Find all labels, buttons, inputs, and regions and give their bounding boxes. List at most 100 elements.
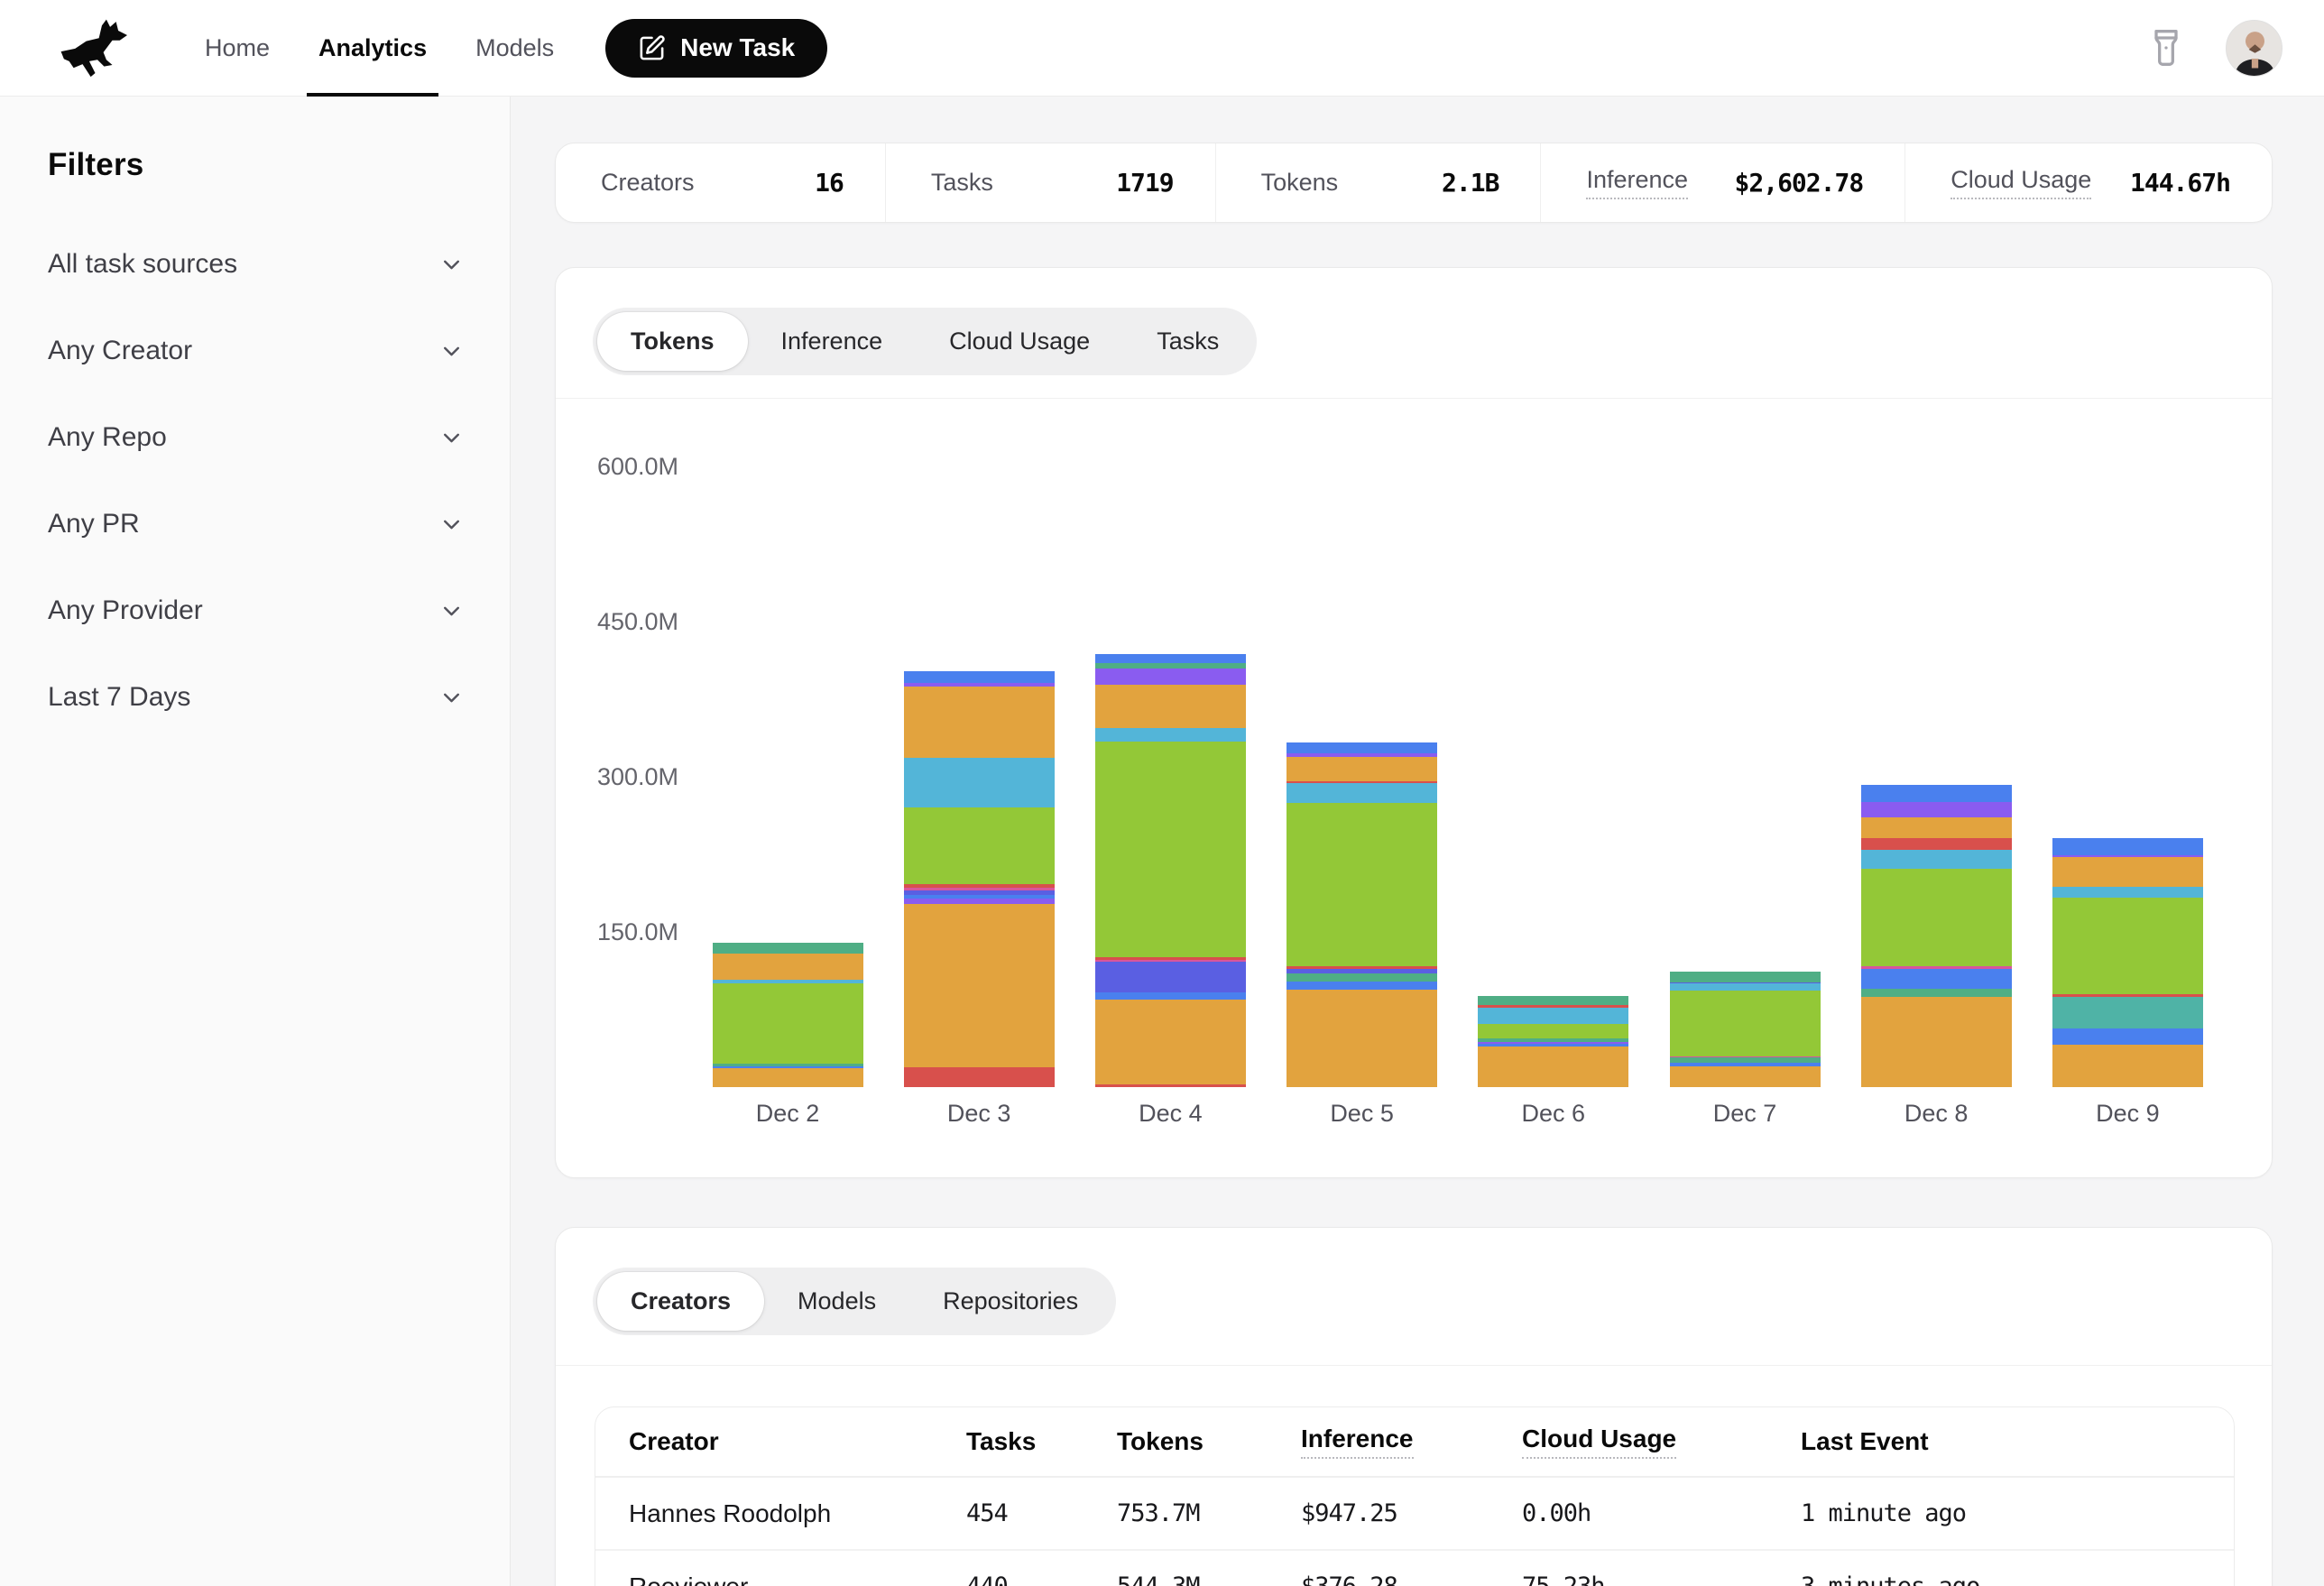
- cloud-usage-value: 75.23h: [1522, 1572, 1801, 1586]
- bar-segment-skyblue[interactable]: [1286, 783, 1437, 803]
- creators-table: CreatorTasksTokensInferenceCloud UsageLa…: [595, 1406, 2235, 1586]
- bar-segment-purple[interactable]: [1861, 802, 2012, 817]
- bar-segment-orange[interactable]: [1095, 685, 1246, 728]
- bar-dec-2: [713, 943, 863, 1087]
- bar-segment-red[interactable]: [1095, 1084, 1246, 1087]
- bar-segment-green[interactable]: [2052, 898, 2203, 995]
- bar-segment-blue[interactable]: [1286, 982, 1437, 990]
- bar-segment-skyblue[interactable]: [1095, 728, 1246, 742]
- table-entity-tabs: CreatorsModelsRepositories: [593, 1268, 1116, 1335]
- chart-tab-cloud-usage[interactable]: Cloud Usage: [916, 312, 1123, 371]
- new-task-button[interactable]: New Task: [605, 19, 827, 78]
- bar-segment-green[interactable]: [713, 983, 863, 1063]
- bar-segment-green[interactable]: [1286, 803, 1437, 966]
- table-row-rooviewer[interactable]: Rooviewer440544.3M$376.2875.23h3 minutes…: [595, 1551, 2234, 1586]
- bar-dec-7: [1670, 972, 1821, 1087]
- table-tab-creators[interactable]: Creators: [597, 1272, 764, 1331]
- table-row-hannes-roodolph[interactable]: Hannes Roodolph454753.7M$947.250.00h1 mi…: [595, 1478, 2234, 1551]
- bar-segment-blue[interactable]: [1861, 969, 2012, 989]
- tokens-value: 753.7M: [1117, 1499, 1301, 1527]
- bar-segment-seagreen[interactable]: [1670, 972, 1821, 982]
- bar-segment-skyblue[interactable]: [904, 758, 1055, 807]
- bar-segment-green[interactable]: [1095, 742, 1246, 957]
- bar-segment-orange[interactable]: [2052, 1045, 2203, 1087]
- user-avatar[interactable]: [2226, 20, 2282, 77]
- bar-segment-red[interactable]: [904, 1067, 1055, 1087]
- x-tick-dec-5: Dec 5: [1286, 1100, 1437, 1128]
- bar-segment-blue[interactable]: [1286, 742, 1437, 753]
- bar-segment-orange[interactable]: [1286, 990, 1437, 1087]
- bar-segment-indigo[interactable]: [1095, 962, 1246, 991]
- nav-home[interactable]: Home: [180, 0, 294, 96]
- chart-x-axis: Dec 2Dec 3Dec 4Dec 5Dec 6Dec 7Dec 8Dec 9: [556, 1100, 2272, 1136]
- chart-tab-inference[interactable]: Inference: [748, 312, 917, 371]
- bar-segment-orange[interactable]: [713, 954, 863, 981]
- bar-segment-green[interactable]: [904, 807, 1055, 884]
- bar-segment-blue[interactable]: [2052, 1028, 2203, 1045]
- bar-segment-blue[interactable]: [1095, 654, 1246, 663]
- bar-segment-orange[interactable]: [2052, 857, 2203, 887]
- bar-segment-skyblue[interactable]: [1861, 850, 2012, 868]
- avatar-photo: [2227, 21, 2282, 77]
- bar-segment-orange[interactable]: [1861, 817, 2012, 838]
- flashlight-button[interactable]: [2146, 28, 2186, 68]
- kangaroo-logo-icon: [56, 18, 139, 78]
- col-header-inference[interactable]: Inference: [1301, 1425, 1522, 1459]
- filter-any-creator[interactable]: Any Creator: [48, 308, 465, 394]
- col-header-cloud-usage[interactable]: Cloud Usage: [1522, 1425, 1801, 1459]
- bar-segment-teal[interactable]: [2052, 997, 2203, 1028]
- bar-segment-orange[interactable]: [1095, 1000, 1246, 1084]
- bar-segment-skyblue[interactable]: [1478, 1008, 1628, 1024]
- kangaroo-logo[interactable]: [56, 16, 143, 79]
- bar-segment-blue[interactable]: [904, 671, 1055, 683]
- filter-any-repo[interactable]: Any Repo: [48, 394, 465, 481]
- bar-segment-skyblue[interactable]: [1670, 983, 1821, 991]
- filter-any-provider[interactable]: Any Provider: [48, 567, 465, 654]
- table-tab-repositories[interactable]: Repositories: [909, 1272, 1111, 1331]
- bar-segment-skyblue[interactable]: [2052, 887, 2203, 897]
- bar-segment-blue[interactable]: [1095, 992, 1246, 1000]
- bar-segment-orange[interactable]: [1670, 1066, 1821, 1087]
- filter-any-pr[interactable]: Any PR: [48, 481, 465, 567]
- stat-label[interactable]: Inference: [1586, 166, 1688, 199]
- bar-segment-orange[interactable]: [904, 687, 1055, 758]
- bar-segment-green[interactable]: [1861, 869, 2012, 967]
- bar-segment-red[interactable]: [1861, 838, 2012, 851]
- y-tick-label: 150.0M: [556, 917, 678, 946]
- stat-value: 144.67h: [2130, 168, 2230, 198]
- bar-segment-seagreen[interactable]: [1286, 973, 1437, 982]
- stat-value: 1719: [1116, 168, 1173, 198]
- bar-segment-seagreen[interactable]: [1861, 989, 2012, 997]
- table-tab-models[interactable]: Models: [764, 1272, 909, 1331]
- bar-segment-seagreen[interactable]: [1478, 996, 1628, 1005]
- chevron-down-icon: [438, 598, 465, 624]
- stat-label[interactable]: Cloud Usage: [1950, 166, 2091, 199]
- bar-segment-orange[interactable]: [904, 904, 1055, 1067]
- filter-all-task-sources[interactable]: All task sources: [48, 221, 465, 308]
- bar-segment-orange[interactable]: [1286, 757, 1437, 780]
- bar-dec-9: [2052, 838, 2203, 1087]
- x-tick-dec-7: Dec 7: [1670, 1100, 1821, 1128]
- bar-segment-orange[interactable]: [713, 1068, 863, 1087]
- bar-segment-green[interactable]: [1670, 991, 1821, 1056]
- chart-tab-tokens[interactable]: Tokens: [597, 312, 748, 371]
- bar-segment-blue[interactable]: [2052, 838, 2203, 854]
- bar-segment-blue[interactable]: [1861, 785, 2012, 801]
- bar-segment-purple[interactable]: [1095, 669, 1246, 685]
- bar-segment-green[interactable]: [1478, 1024, 1628, 1038]
- main-content: Creators16Tasks1719Tokens2.1BInference$2…: [512, 97, 2324, 1586]
- bar-dec-8: [1861, 785, 2012, 1087]
- stats-row: Creators16Tasks1719Tokens2.1BInference$2…: [555, 143, 2273, 223]
- flashlight-icon: [2146, 28, 2186, 68]
- bar-segment-orange[interactable]: [1478, 1047, 1628, 1087]
- nav-models[interactable]: Models: [451, 0, 578, 96]
- last-event-value: 1 minute ago: [1801, 1499, 2234, 1527]
- filter-label: Any PR: [48, 509, 140, 539]
- bar-segment-orange[interactable]: [1861, 997, 2012, 1087]
- nav-analytics[interactable]: Analytics: [294, 0, 451, 96]
- bar-dec-4: [1095, 654, 1246, 1087]
- bar-segment-seagreen[interactable]: [713, 943, 863, 953]
- chevron-down-icon: [438, 425, 465, 451]
- chart-tab-tasks[interactable]: Tasks: [1123, 312, 1252, 371]
- filter-last-7-days[interactable]: Last 7 Days: [48, 654, 465, 741]
